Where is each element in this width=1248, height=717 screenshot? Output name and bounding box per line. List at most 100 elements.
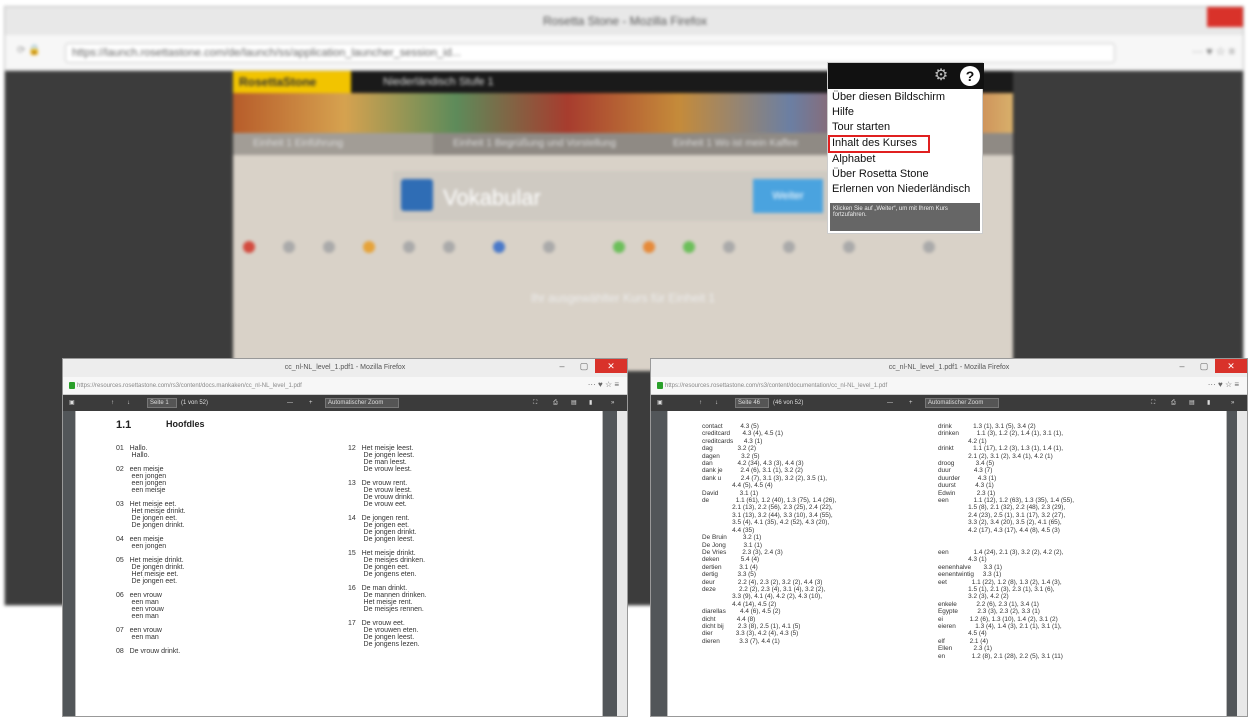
print-icon[interactable]: ⎙ [1171,395,1176,411]
course-selector[interactable]: Niederländisch Stufe 1 [383,71,494,93]
progress-dot[interactable] [683,241,695,253]
pdf-left-page: 1.1 Hoofdles 01 Hallo. Hallo. 02 een mei… [75,411,603,716]
zoom-in-icon[interactable]: + [909,395,913,411]
zoom-out-icon[interactable]: — [887,395,893,411]
bookmark-icon[interactable]: ▮ [589,395,592,411]
page-count: (46 von 52) [773,400,804,406]
scrollbar[interactable] [1237,411,1247,716]
index-column-1: contact 4.3 (5) creditcard 4.3 (4), 4.5 … [702,423,837,645]
menu-item-tour[interactable]: Tour starten [832,121,890,136]
pdf-left-url: https://resources.rosettastone.com/rs3/c… [77,383,302,389]
pdf-left-toolbar: ▣ ↑ ↓ Seite 1 (1 von 52) — + Automatisch… [63,395,627,411]
pdf-right-title: cc_nl-NL_level_1.pdf1 - Mozilla Firefox [651,359,1247,377]
progress-dot[interactable] [543,241,555,253]
progress-dot[interactable] [283,241,295,253]
toolbar-icons[interactable]: ··· ♥ ☆ ≡ [1189,380,1239,392]
reload-icon[interactable]: ⟳ 🔒 [17,45,47,59]
lesson-column-1: 01 Hallo. Hallo. 02 een meisje een jonge… [116,445,186,655]
fullscreen-icon[interactable]: ⛶ [533,395,537,411]
progress-dot[interactable] [243,241,255,253]
sidebar-toggle-icon[interactable]: ▣ [657,395,663,411]
close-button[interactable]: ✕ [1215,359,1247,373]
progress-dot[interactable] [443,241,455,253]
vocab-icon [401,179,433,211]
help-icon[interactable]: ? [960,66,980,86]
main-close-button[interactable] [1207,7,1243,27]
fullscreen-icon[interactable]: ⛶ [1151,395,1155,411]
menu-item-help[interactable]: Hilfe [832,106,854,121]
pdf-left-url-bar[interactable]: https://resources.rosettastone.com/rs3/c… [63,377,627,395]
tab-unit-1[interactable]: Einheit 1 Einführung [233,133,433,155]
menu-item-learning-dutch[interactable]: Erlernen von Niederländisch [832,183,970,198]
progress-dot[interactable] [363,241,375,253]
lock-icon [69,382,75,389]
prev-page-icon[interactable]: ↑ [111,395,114,411]
page-number-input[interactable]: Seite 1 [147,398,177,408]
settings-menu: ⚙ ? Über diesen Bildschirm Hilfe Tour st… [827,62,984,234]
prev-page-icon[interactable]: ↑ [699,395,702,411]
section-number: 1.1 [116,419,132,431]
main-url-bar: ⟳ 🔒 https://launch.rosettastone.com/de/l… [5,35,1243,71]
main-window-titlebar: Rosetta Stone - Mozilla Firefox [5,7,1243,35]
minimize-button[interactable]: – [551,359,573,373]
continue-button[interactable]: Weiter [753,179,823,213]
window-controls: – ▢ ✕ [551,359,627,373]
progress-dot[interactable] [723,241,735,253]
next-page-icon[interactable]: ↓ [715,395,718,411]
progress-dot[interactable] [403,241,415,253]
index-column-2: drink 1.3 (1), 3.1 (5), 3.4 (2) drinken … [938,423,1075,660]
sidebar-toggle-icon[interactable]: ▣ [69,395,75,411]
progress-dot[interactable] [643,241,655,253]
tab-unit-2[interactable]: Einheit 1 Begrüßung und Vorstellung [433,133,653,155]
lesson-progress-dots [243,241,1003,255]
course-notice: Ihr ausgewählter Kurs für Einheit 1 [530,291,716,305]
scrollbar[interactable] [617,411,627,716]
section-title: Hoofdles [166,419,205,429]
progress-dot[interactable] [613,241,625,253]
pdf-right-page: contact 4.3 (5) creditcard 4.3 (4), 4.5 … [667,411,1227,716]
maximize-button[interactable]: ▢ [573,359,595,373]
toolbar-icons[interactable]: ··· ♥ ☆ ≡ [1135,45,1235,61]
zoom-select[interactable]: Automatischer Zoom [325,398,399,408]
minimize-button[interactable]: – [1171,359,1193,373]
zoom-out-icon[interactable]: — [287,395,293,411]
close-button[interactable]: ✕ [595,359,627,373]
rosetta-logo: RosettaStone [233,71,351,93]
next-page-icon[interactable]: ↓ [127,395,130,411]
progress-dot[interactable] [843,241,855,253]
main-url-field[interactable]: https://launch.rosettastone.com/de/launc… [65,43,1115,63]
progress-dot[interactable] [923,241,935,253]
menu-item-about-screen[interactable]: Über diesen Bildschirm [832,91,945,106]
vocab-card[interactable]: Vokabular Weiter [393,171,833,221]
progress-dot[interactable] [323,241,335,253]
vocab-title: Vokabular [443,185,541,210]
page-count: (1 von 52) [181,400,209,406]
tools-icon[interactable]: » [611,395,614,411]
lock-icon [657,382,663,389]
tools-icon[interactable]: » [1231,395,1234,411]
menu-item-course-content[interactable]: Inhalt des Kurses [832,137,917,152]
menu-hint: Klicken Sie auf „Weiter“, um mit Ihrem K… [830,203,980,231]
progress-dot[interactable] [783,241,795,253]
print-icon[interactable]: ⎙ [553,395,558,411]
menu-item-about-rosetta[interactable]: Über Rosetta Stone [832,168,929,183]
bookmark-icon[interactable]: ▮ [1207,395,1210,411]
save-icon[interactable]: ▤ [571,395,577,411]
zoom-in-icon[interactable]: + [309,395,313,411]
progress-dot[interactable] [493,241,505,253]
maximize-button[interactable]: ▢ [1193,359,1215,373]
menu-item-alphabet[interactable]: Alphabet [832,153,875,168]
pdf-window-right: cc_nl-NL_level_1.pdf1 - Mozilla Firefox … [650,358,1248,717]
save-icon[interactable]: ▤ [1189,395,1195,411]
lesson-column-2: 12 Het meisje leest. De jongen leest. De… [348,445,427,648]
zoom-select[interactable]: Automatischer Zoom [925,398,999,408]
pdf-left-title: cc_nl-NL_level_1.pdf1 - Mozilla Firefox [63,359,627,377]
page-number-input[interactable]: Seite 46 [735,398,769,408]
pdf-right-viewer: contact 4.3 (5) creditcard 4.3 (4), 4.5 … [651,411,1239,716]
toolbar-icons[interactable]: ··· ♥ ☆ ≡ [569,380,619,392]
pdf-right-url: https://resources.rosettastone.com/rs3/c… [665,383,888,389]
window-controls: – ▢ ✕ [1171,359,1247,373]
pdf-right-url-bar[interactable]: https://resources.rosettastone.com/rs3/c… [651,377,1247,395]
pdf-window-left: cc_nl-NL_level_1.pdf1 - Mozilla Firefox … [62,358,628,717]
gear-icon[interactable]: ⚙ [931,66,951,86]
